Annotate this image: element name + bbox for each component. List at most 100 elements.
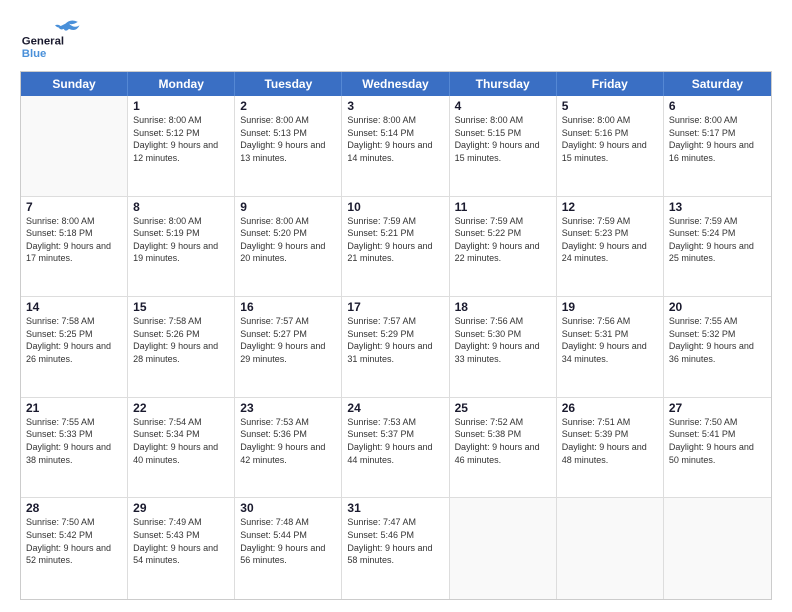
sunrise-text: Sunrise: 7:48 AM (240, 516, 336, 529)
calendar-cell: 27Sunrise: 7:50 AMSunset: 5:41 PMDayligh… (664, 398, 771, 498)
calendar-week: 28Sunrise: 7:50 AMSunset: 5:42 PMDayligh… (21, 498, 771, 599)
sunrise-text: Sunrise: 7:51 AM (562, 416, 658, 429)
sunset-text: Sunset: 5:25 PM (26, 328, 122, 341)
weekday-header: Wednesday (342, 72, 449, 96)
calendar-cell: 12Sunrise: 7:59 AMSunset: 5:23 PMDayligh… (557, 197, 664, 297)
calendar-cell: 29Sunrise: 7:49 AMSunset: 5:43 PMDayligh… (128, 498, 235, 599)
daylight-text: Daylight: 9 hours and 38 minutes. (26, 441, 122, 466)
daylight-text: Daylight: 9 hours and 50 minutes. (669, 441, 766, 466)
sunrise-text: Sunrise: 8:00 AM (562, 114, 658, 127)
calendar-cell: 25Sunrise: 7:52 AMSunset: 5:38 PMDayligh… (450, 398, 557, 498)
calendar-cell: 6Sunrise: 8:00 AMSunset: 5:17 PMDaylight… (664, 96, 771, 196)
day-number: 21 (26, 401, 122, 415)
daylight-text: Daylight: 9 hours and 22 minutes. (455, 240, 551, 265)
day-number: 19 (562, 300, 658, 314)
sunset-text: Sunset: 5:37 PM (347, 428, 443, 441)
sunset-text: Sunset: 5:14 PM (347, 127, 443, 140)
daylight-text: Daylight: 9 hours and 25 minutes. (669, 240, 766, 265)
calendar: SundayMondayTuesdayWednesdayThursdayFrid… (20, 71, 772, 600)
calendar-cell: 30Sunrise: 7:48 AMSunset: 5:44 PMDayligh… (235, 498, 342, 599)
sunrise-text: Sunrise: 7:50 AM (26, 516, 122, 529)
daylight-text: Daylight: 9 hours and 31 minutes. (347, 340, 443, 365)
day-number: 5 (562, 99, 658, 113)
daylight-text: Daylight: 9 hours and 28 minutes. (133, 340, 229, 365)
logo: General Blue (20, 16, 90, 61)
day-number: 20 (669, 300, 766, 314)
day-number: 12 (562, 200, 658, 214)
svg-text:Blue: Blue (22, 48, 47, 60)
sunrise-text: Sunrise: 7:52 AM (455, 416, 551, 429)
daylight-text: Daylight: 9 hours and 17 minutes. (26, 240, 122, 265)
weekday-header: Sunday (21, 72, 128, 96)
calendar-cell (664, 498, 771, 599)
sunrise-text: Sunrise: 7:56 AM (455, 315, 551, 328)
sunrise-text: Sunrise: 8:00 AM (240, 215, 336, 228)
daylight-text: Daylight: 9 hours and 20 minutes. (240, 240, 336, 265)
day-number: 29 (133, 501, 229, 515)
sunset-text: Sunset: 5:27 PM (240, 328, 336, 341)
day-number: 31 (347, 501, 443, 515)
daylight-text: Daylight: 9 hours and 29 minutes. (240, 340, 336, 365)
sunrise-text: Sunrise: 7:57 AM (347, 315, 443, 328)
sunset-text: Sunset: 5:33 PM (26, 428, 122, 441)
daylight-text: Daylight: 9 hours and 16 minutes. (669, 139, 766, 164)
sunrise-text: Sunrise: 7:58 AM (26, 315, 122, 328)
calendar-cell: 3Sunrise: 8:00 AMSunset: 5:14 PMDaylight… (342, 96, 449, 196)
day-number: 8 (133, 200, 229, 214)
calendar-header: SundayMondayTuesdayWednesdayThursdayFrid… (21, 72, 771, 96)
day-number: 23 (240, 401, 336, 415)
daylight-text: Daylight: 9 hours and 42 minutes. (240, 441, 336, 466)
sunset-text: Sunset: 5:12 PM (133, 127, 229, 140)
sunrise-text: Sunrise: 8:00 AM (133, 114, 229, 127)
calendar-cell: 17Sunrise: 7:57 AMSunset: 5:29 PMDayligh… (342, 297, 449, 397)
calendar-cell: 26Sunrise: 7:51 AMSunset: 5:39 PMDayligh… (557, 398, 664, 498)
daylight-text: Daylight: 9 hours and 19 minutes. (133, 240, 229, 265)
sunrise-text: Sunrise: 7:53 AM (240, 416, 336, 429)
calendar-cell: 11Sunrise: 7:59 AMSunset: 5:22 PMDayligh… (450, 197, 557, 297)
weekday-header: Tuesday (235, 72, 342, 96)
sunset-text: Sunset: 5:32 PM (669, 328, 766, 341)
day-number: 28 (26, 501, 122, 515)
daylight-text: Daylight: 9 hours and 15 minutes. (455, 139, 551, 164)
calendar-cell: 16Sunrise: 7:57 AMSunset: 5:27 PMDayligh… (235, 297, 342, 397)
daylight-text: Daylight: 9 hours and 15 minutes. (562, 139, 658, 164)
day-number: 14 (26, 300, 122, 314)
calendar-cell: 9Sunrise: 8:00 AMSunset: 5:20 PMDaylight… (235, 197, 342, 297)
daylight-text: Daylight: 9 hours and 40 minutes. (133, 441, 229, 466)
sunset-text: Sunset: 5:46 PM (347, 529, 443, 542)
sunrise-text: Sunrise: 7:53 AM (347, 416, 443, 429)
day-number: 18 (455, 300, 551, 314)
calendar-cell: 5Sunrise: 8:00 AMSunset: 5:16 PMDaylight… (557, 96, 664, 196)
sunrise-text: Sunrise: 7:47 AM (347, 516, 443, 529)
sunset-text: Sunset: 5:44 PM (240, 529, 336, 542)
sunrise-text: Sunrise: 8:00 AM (347, 114, 443, 127)
calendar-cell (21, 96, 128, 196)
sunrise-text: Sunrise: 7:59 AM (347, 215, 443, 228)
daylight-text: Daylight: 9 hours and 14 minutes. (347, 139, 443, 164)
calendar-cell: 31Sunrise: 7:47 AMSunset: 5:46 PMDayligh… (342, 498, 449, 599)
calendar-cell: 18Sunrise: 7:56 AMSunset: 5:30 PMDayligh… (450, 297, 557, 397)
sunset-text: Sunset: 5:20 PM (240, 227, 336, 240)
calendar-cell: 2Sunrise: 8:00 AMSunset: 5:13 PMDaylight… (235, 96, 342, 196)
day-number: 2 (240, 99, 336, 113)
daylight-text: Daylight: 9 hours and 12 minutes. (133, 139, 229, 164)
header: General Blue (20, 16, 772, 61)
sunrise-text: Sunrise: 7:55 AM (26, 416, 122, 429)
weekday-header: Thursday (450, 72, 557, 96)
day-number: 4 (455, 99, 551, 113)
sunset-text: Sunset: 5:41 PM (669, 428, 766, 441)
day-number: 7 (26, 200, 122, 214)
calendar-week: 1Sunrise: 8:00 AMSunset: 5:12 PMDaylight… (21, 96, 771, 197)
day-number: 27 (669, 401, 766, 415)
calendar-cell: 20Sunrise: 7:55 AMSunset: 5:32 PMDayligh… (664, 297, 771, 397)
calendar-cell: 1Sunrise: 8:00 AMSunset: 5:12 PMDaylight… (128, 96, 235, 196)
calendar-body: 1Sunrise: 8:00 AMSunset: 5:12 PMDaylight… (21, 96, 771, 599)
sunrise-text: Sunrise: 8:00 AM (455, 114, 551, 127)
calendar-cell: 15Sunrise: 7:58 AMSunset: 5:26 PMDayligh… (128, 297, 235, 397)
calendar-week: 7Sunrise: 8:00 AMSunset: 5:18 PMDaylight… (21, 197, 771, 298)
svg-text:General: General (22, 36, 64, 48)
daylight-text: Daylight: 9 hours and 24 minutes. (562, 240, 658, 265)
sunrise-text: Sunrise: 7:55 AM (669, 315, 766, 328)
daylight-text: Daylight: 9 hours and 33 minutes. (455, 340, 551, 365)
daylight-text: Daylight: 9 hours and 48 minutes. (562, 441, 658, 466)
